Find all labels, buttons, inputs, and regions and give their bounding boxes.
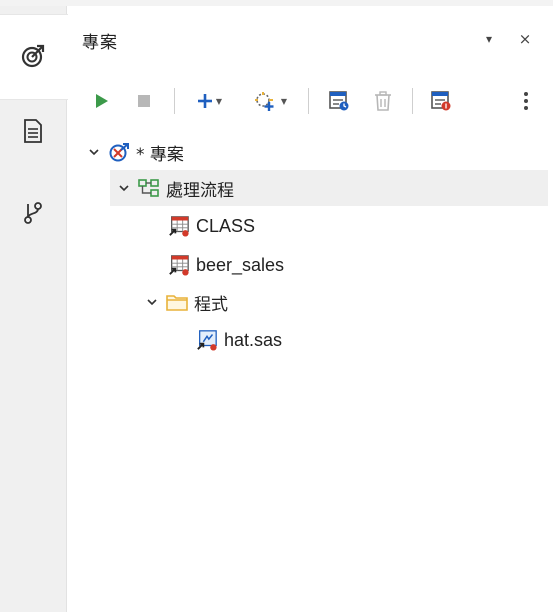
tree-node-label: 處理流程 bbox=[166, 180, 234, 201]
tree-node-label: hat.sas bbox=[224, 329, 283, 350]
tree-node-label: CLASS bbox=[196, 215, 256, 236]
tree-node-label: * 專案 bbox=[136, 144, 184, 165]
tree-node-folder[interactable]: 程式 bbox=[144, 284, 444, 320]
folder-icon bbox=[166, 291, 188, 313]
table-icon bbox=[168, 254, 190, 276]
table-icon bbox=[168, 215, 190, 237]
tree-node-program[interactable]: hat.sas bbox=[196, 322, 496, 358]
chevron-down-icon[interactable] bbox=[144, 294, 160, 310]
chevron-down-icon[interactable] bbox=[86, 144, 102, 160]
tree-node-table[interactable]: beer_sales bbox=[168, 247, 468, 283]
tree-node-table[interactable]: CLASS bbox=[168, 208, 468, 244]
project-icon bbox=[108, 141, 130, 163]
tree-node-process-flow[interactable]: 處理流程 bbox=[110, 170, 548, 206]
tree-node-project[interactable]: * 專案 bbox=[86, 134, 546, 170]
chevron-down-icon[interactable] bbox=[116, 180, 132, 196]
tree-node-label: 程式 bbox=[194, 294, 228, 315]
process-flow-icon bbox=[138, 177, 160, 199]
tree-node-label: beer_sales bbox=[196, 254, 285, 275]
sas-program-icon bbox=[196, 329, 218, 351]
project-tree: * 專案 處理流程 CLASS beer_sales 程式 hat.sas bbox=[0, 0, 553, 612]
projects-panel: 專案 ▾ × ▼ ▼ * 專案 處理流程 CLASS beer_sales 程式… bbox=[0, 0, 553, 612]
